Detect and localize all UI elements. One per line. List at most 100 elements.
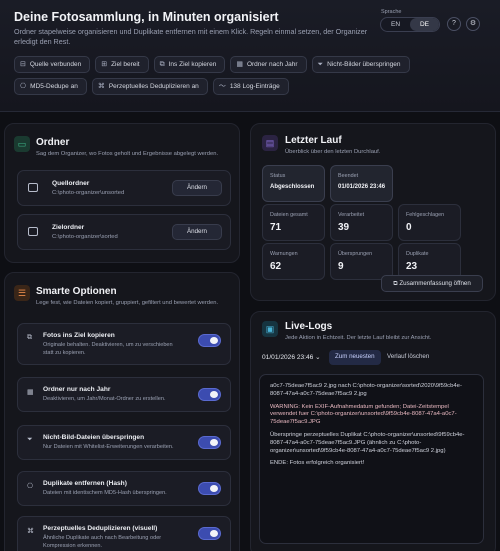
chip-label: Nicht-Bilder überspringen xyxy=(327,61,401,68)
options-panel: ☰ Smarte Optionen Lege fest, wie Dateien… xyxy=(4,272,240,551)
source-icon: ⊟ xyxy=(20,61,26,68)
option-desc: Nur Dateien mit Whitelist-Erweiterungen … xyxy=(43,444,174,450)
calendar-icon: ▦ xyxy=(27,389,34,396)
logs-title: Live-Logs xyxy=(285,321,333,332)
finished-value: 01/01/2026 23:46 xyxy=(338,184,386,190)
target-icon: ⊞ xyxy=(101,61,108,68)
option-label: Nicht-Bild-Dateien überspringen xyxy=(43,434,145,441)
stat-value: 9 xyxy=(338,261,344,272)
toggle-skip-non-images[interactable] xyxy=(198,436,221,449)
toggle-perceptual-dedupe[interactable] xyxy=(198,527,221,540)
page-title: Deine Fotosammlung, in Minuten organisie… xyxy=(14,10,279,24)
chip-perceptual-dedupe: ⌘ Perzeptuelles Deduplizieren an xyxy=(91,78,208,95)
chip-label: Ordner nach Jahr xyxy=(246,61,298,68)
options-subtitle: Lege fest, wie Dateien kopiert, gruppier… xyxy=(36,300,219,306)
stat-failed: Fehlgeschlagen 0 xyxy=(398,204,461,241)
option-perceptual-dedupe[interactable]: ⌘ Perzeptuelles Deduplizieren (visuell) … xyxy=(17,516,231,551)
chip-log-entries: 〜 138 Log-Einträge xyxy=(212,78,289,95)
open-summary-button[interactable]: ⧉ Zusammenfassung öffnen xyxy=(381,275,483,292)
stat-label: Übersprungen xyxy=(338,251,373,257)
chart-icon: ▤ xyxy=(262,135,278,151)
chip-source-connected: ⊟ Quelle verbunden xyxy=(14,56,91,73)
option-hash-dedupe[interactable]: ⎔ Duplikate entfernen (Hash) Dateien mit… xyxy=(17,471,231,506)
filter-icon: ⏷ xyxy=(317,61,324,68)
log-line-warning: WARNING: Kein EXIF-Aufnahmedatum gefunde… xyxy=(270,403,457,426)
lang-de-button[interactable]: DE xyxy=(410,18,439,31)
stat-value: 23 xyxy=(406,261,418,272)
stat-label: Verarbeitet xyxy=(338,212,365,218)
run-select[interactable]: 01/01/2026 23:46 ⌄ xyxy=(262,353,321,361)
settings-icon[interactable]: ⚙ xyxy=(466,17,480,31)
chip-label: 138 Log-Einträge xyxy=(229,83,280,90)
jump-newest-button[interactable]: Zum neuesten xyxy=(329,350,381,365)
stat-value: 39 xyxy=(338,222,350,233)
toggle-copy-to-target[interactable] xyxy=(198,334,221,347)
stat-processed: Verarbeitet 39 xyxy=(330,204,393,241)
last-run-title: Letzter Lauf xyxy=(285,135,342,146)
activity-icon: 〜 xyxy=(218,83,226,90)
stat-warnings: Warnungen 62 xyxy=(262,243,325,280)
finished-card: Beendet 01/01/2026 23:46 xyxy=(330,165,393,202)
visual-icon: ⌘ xyxy=(27,528,34,535)
log-output[interactable]: a0c7-75deae7f5ac9 2.jpg nach C:\photo-or… xyxy=(259,374,484,544)
folders-subtitle: Sag dem Organizer, wo Fotos geholt und E… xyxy=(36,151,219,157)
change-source-button[interactable]: Ändern xyxy=(172,180,222,196)
stat-label: Fehlgeschlagen xyxy=(406,212,445,218)
lang-en-button[interactable]: EN xyxy=(381,18,410,31)
status-label: Status xyxy=(270,173,286,179)
chip-label: Perzeptuelles Deduplizieren an xyxy=(108,83,199,90)
stat-label: Duplikate xyxy=(406,251,429,257)
help-icon[interactable]: ? xyxy=(447,17,461,31)
chip-label: MD5-Dedupe an xyxy=(30,83,78,90)
option-skip-non-images[interactable]: ⏷ Nicht-Bild-Dateien überspringen Nur Da… xyxy=(17,425,231,460)
filter-icon: ⏷ xyxy=(27,436,33,443)
chip-label: Ins Ziel kopieren xyxy=(168,61,217,68)
stat-label: Warnungen xyxy=(270,251,298,257)
open-summary-label: Zusammenfassung öffnen xyxy=(399,280,471,287)
source-folder-label: Quellordner xyxy=(52,180,90,187)
log-line: a0c7-75deae7f5ac9 2.jpg nach C:\photo-or… xyxy=(270,383,462,397)
stat-total-files: Dateien gesamt 71 xyxy=(262,204,325,241)
sliders-icon: ☰ xyxy=(14,285,30,301)
chip-label: Quelle verbunden xyxy=(29,61,82,68)
target-folder-label: Zielordner xyxy=(52,224,85,231)
option-desc: Originale behalten. Deaktivieren, um zu … xyxy=(43,342,173,356)
change-target-button[interactable]: Ändern xyxy=(172,224,222,240)
chip-folders-by-year: ▦ Ordner nach Jahr xyxy=(230,56,307,73)
hash-icon: ⎔ xyxy=(27,483,34,490)
option-year-folders[interactable]: ▦ Ordner nur nach Jahr Deaktivieren, um … xyxy=(17,377,231,412)
target-folder-row: Zielordner C:\photo-organizer\sorted Änd… xyxy=(17,214,231,250)
log-line: Überspringe perzeptuelles Duplikat C:\ph… xyxy=(270,431,465,454)
app-header: Deine Fotosammlung, in Minuten organisie… xyxy=(0,0,500,112)
target-folder-path: C:\photo-organizer\sorted xyxy=(52,234,118,240)
finished-label: Beendet xyxy=(338,173,359,179)
toggle-hash-dedupe[interactable] xyxy=(198,482,221,495)
last-run-subtitle: Überblick über den letzten Durchlauf. xyxy=(285,149,381,155)
chip-md5-dedupe: ⎔ MD5-Dedupe an xyxy=(14,78,87,95)
visual-icon: ⌘ xyxy=(97,83,105,90)
toggle-year-folders[interactable] xyxy=(198,388,221,401)
clear-history-button[interactable]: Verlauf löschen xyxy=(381,350,435,365)
stat-label: Dateien gesamt xyxy=(270,212,308,218)
log-line: ENDE: Fotos erfolgreich organisiert! xyxy=(270,460,365,467)
stat-value: 62 xyxy=(270,261,282,272)
status-chips: ⊟ Quelle verbunden ⊞ Ziel bereit ⧉ Ins Ziel… xyxy=(14,56,484,95)
source-folder-row: Quellordner C:\photo-organizer\unsorted … xyxy=(17,170,231,206)
option-copy-to-target[interactable]: ⧉ Fotos ins Ziel kopieren Originale beha… xyxy=(17,323,231,365)
chip-skip-non-images: ⏷ Nicht-Bilder überspringen xyxy=(311,56,410,73)
copy-icon: ⧉ xyxy=(27,334,32,341)
language-label: Sprache xyxy=(381,9,402,15)
target-folder-icon xyxy=(28,227,38,236)
chip-target-ready: ⊞ Ziel bereit xyxy=(95,56,149,73)
option-label: Fotos ins Ziel kopieren xyxy=(43,332,115,339)
terminal-icon: ▣ xyxy=(262,321,278,337)
logs-subtitle: Jede Aktion in Echtzeit. Der letzte Lauf… xyxy=(285,335,432,341)
chip-label: Ziel bereit xyxy=(111,61,140,68)
options-title: Smarte Optionen xyxy=(36,286,117,297)
language-switch[interactable]: EN DE xyxy=(380,17,440,32)
option-desc: Ähnliche Duplikate auch nach Bearbeitung… xyxy=(43,535,162,549)
option-desc: Deaktivieren, um Jahr/Monat-Ordner zu er… xyxy=(43,396,166,402)
page-subtitle: Ordner stapelweise organisieren und Dupl… xyxy=(14,27,368,46)
status-card: Status Abgeschlossen xyxy=(262,165,325,202)
folders-title: Ordner xyxy=(36,137,70,148)
